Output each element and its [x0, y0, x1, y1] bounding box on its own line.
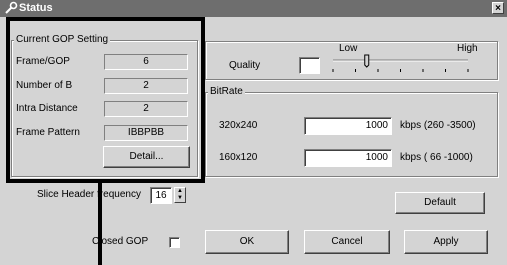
slice-header-spinner[interactable]: ▲ ▼: [174, 187, 186, 203]
quality-low-label: Low: [339, 43, 358, 54]
quality-slider[interactable]: [330, 54, 474, 74]
bitrate-320-range: kbps (260 -3500): [400, 120, 476, 131]
closed-gop-checkbox[interactable]: [169, 237, 180, 248]
quality-value-box[interactable]: [299, 57, 320, 74]
default-button[interactable]: Default: [395, 192, 485, 214]
quality-slider-thumb[interactable]: [364, 54, 370, 68]
spin-up-icon[interactable]: ▲: [175, 188, 185, 195]
slice-header-input[interactable]: 16: [150, 187, 172, 204]
apply-button[interactable]: Apply: [404, 230, 488, 254]
ok-button[interactable]: OK: [205, 230, 289, 254]
bitrate-320-label: 320x240: [219, 120, 258, 131]
close-button[interactable]: ×: [492, 2, 504, 14]
window-title: Status: [19, 2, 53, 14]
quality-label: Quality: [229, 60, 261, 71]
bitrate-160-range: kbps ( 66 -1000): [400, 152, 473, 163]
bitrate-legend: BitRate: [208, 86, 245, 97]
bitrate-160-input[interactable]: 1000: [304, 149, 392, 167]
quality-high-label: High: [457, 43, 478, 54]
wrench-icon: [4, 1, 18, 15]
title-bar: Status ×: [0, 0, 507, 17]
bitrate-320-input[interactable]: 1000: [304, 117, 392, 135]
cancel-button[interactable]: Cancel: [304, 230, 390, 254]
status-dialog: Status × Current GOP Setting Frame/GOP 6…: [0, 0, 507, 265]
highlight-box: [6, 17, 205, 183]
bitrate-160-label: 160x120: [219, 152, 258, 163]
pointer-line: [98, 181, 102, 265]
spin-down-icon[interactable]: ▼: [175, 195, 185, 202]
slice-header-label: Slice Header frequency: [37, 189, 141, 200]
